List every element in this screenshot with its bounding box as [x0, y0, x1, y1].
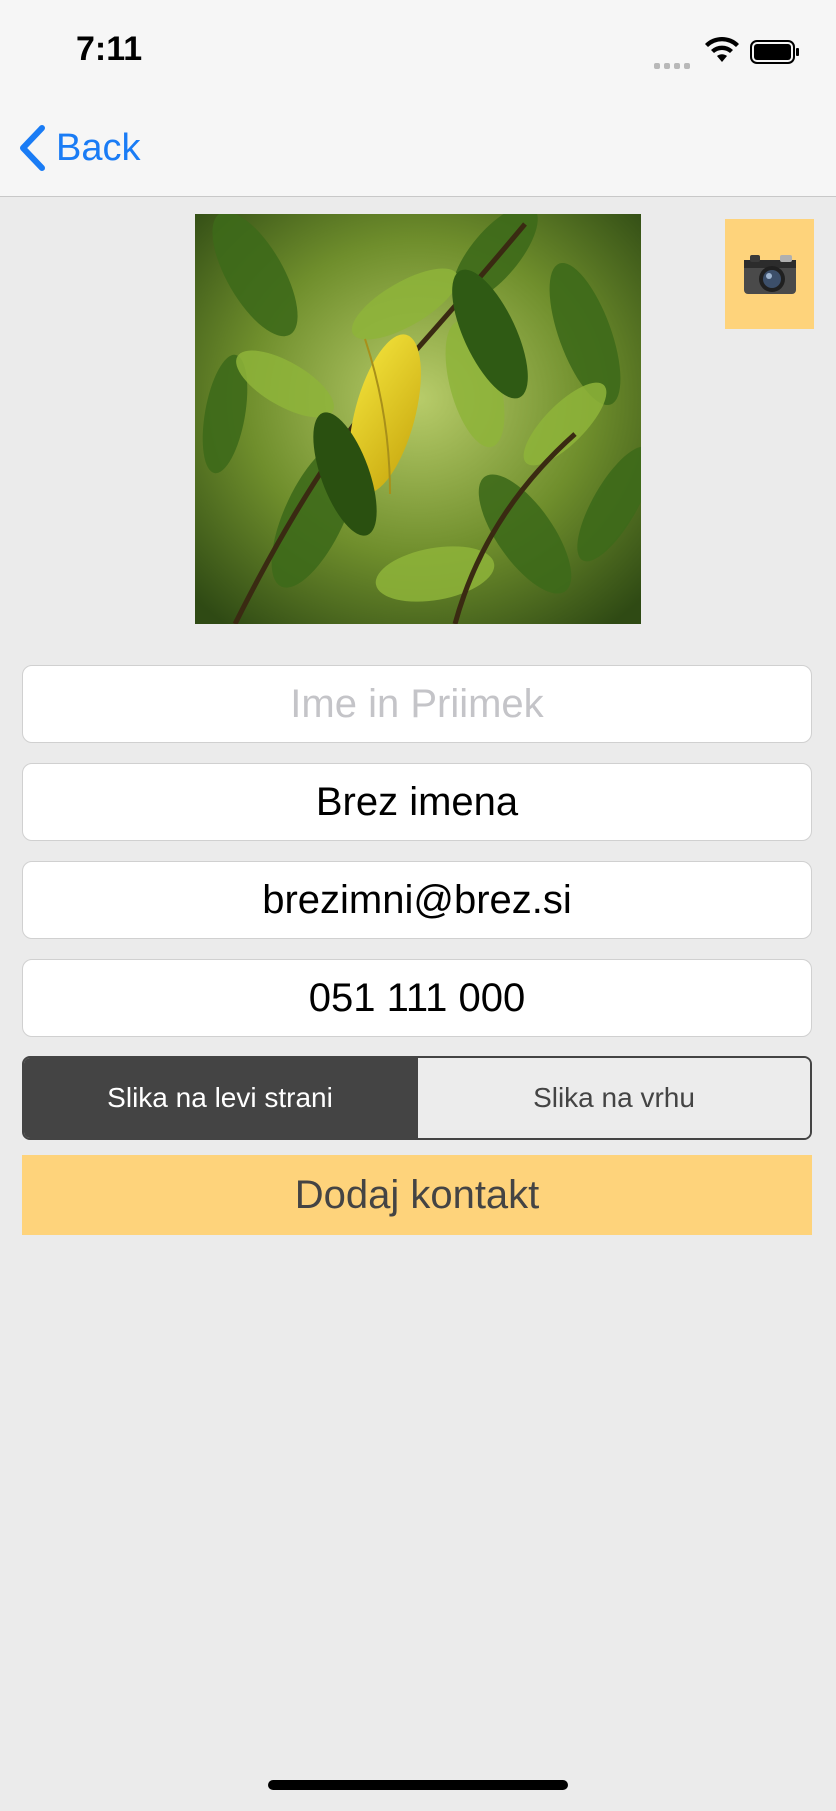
back-label: Back — [56, 126, 141, 169]
camera-icon — [743, 255, 796, 294]
cellular-signal-icon — [654, 56, 694, 74]
navigation-bar: Back — [0, 100, 836, 197]
photo-layout-toggle: Slika na levi strani Slika na vrhu — [22, 1056, 812, 1140]
status-bar: 7:11 — [0, 0, 836, 100]
home-indicator[interactable] — [268, 1780, 568, 1790]
battery-icon — [750, 40, 799, 64]
name-input[interactable]: Ime in Priimek — [22, 665, 812, 743]
contact-photo[interactable] — [195, 214, 641, 624]
nickname-input[interactable]: Brez imena — [22, 763, 812, 841]
wifi-icon — [705, 36, 739, 62]
segment-photo-top[interactable]: Slika na vrhu — [416, 1058, 810, 1138]
camera-button[interactable] — [725, 219, 814, 329]
email-input[interactable]: brezimni@brez.si — [22, 861, 812, 939]
back-button[interactable]: Back — [18, 122, 140, 174]
plant-leaf-photo-icon — [195, 214, 641, 624]
segment-photo-left[interactable]: Slika na levi strani — [24, 1058, 416, 1138]
chevron-left-icon — [20, 125, 45, 171]
add-contact-button[interactable]: Dodaj kontakt — [22, 1155, 812, 1235]
phone-input[interactable]: 051 111 000 — [22, 959, 812, 1037]
status-time: 7:11 — [76, 30, 143, 68]
